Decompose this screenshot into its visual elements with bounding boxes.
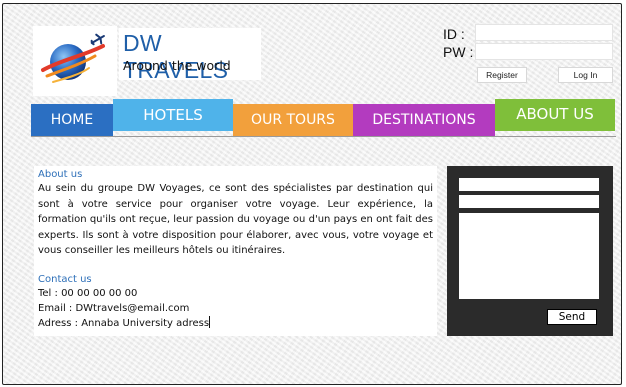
id-label: ID : (443, 26, 465, 42)
id-field[interactable] (475, 24, 613, 41)
form-field-2[interactable] (459, 195, 599, 208)
tab-home[interactable]: HOME (31, 104, 113, 136)
about-heading: About us (38, 169, 83, 180)
nav-divider (31, 136, 616, 137)
logo (33, 26, 117, 96)
brand-subtitle: Around the world (123, 58, 231, 73)
tab-hotels[interactable]: HOTELS (113, 99, 233, 131)
content-panel: About us Au sein du groupe DW Voyages, c… (34, 166, 437, 336)
brand: DW TRAVELS Around the world (119, 28, 261, 83)
tab-our-tours[interactable]: OUR TOURS (233, 104, 353, 136)
page-frame: DW TRAVELS Around the world ID : PW : Re… (2, 3, 622, 385)
pw-label: PW : (443, 44, 474, 60)
contact-address: Adress : Annaba University adress (38, 315, 433, 331)
pw-field[interactable] (475, 43, 613, 60)
contact-heading: Contact us (38, 273, 92, 285)
contact-address-text: Adress : Annaba University adress (38, 317, 210, 329)
register-button[interactable]: Register (477, 67, 527, 83)
form-field-1[interactable] (459, 178, 599, 191)
login-button[interactable]: Log In (558, 67, 613, 83)
brand-title: DW TRAVELS (123, 30, 229, 83)
tab-destinations[interactable]: DESTINATIONS (353, 104, 495, 136)
contact-form: Send (447, 166, 613, 336)
tab-about-us[interactable]: ABOUT US (495, 99, 615, 131)
contact-tel: Tel : 00 00 00 00 00 (38, 287, 138, 299)
about-text: Au sein du groupe DW Voyages, ce sont de… (38, 183, 433, 256)
globe-airplane-icon (41, 33, 105, 83)
main-nav: HOME HOTELS OUR TOURS DESTINATIONS ABOUT… (31, 99, 616, 137)
contact-email: Email : DWtravels@email.com (38, 302, 190, 314)
send-button[interactable]: Send (547, 309, 597, 325)
text-cursor (209, 315, 211, 328)
form-message[interactable] (459, 213, 599, 299)
